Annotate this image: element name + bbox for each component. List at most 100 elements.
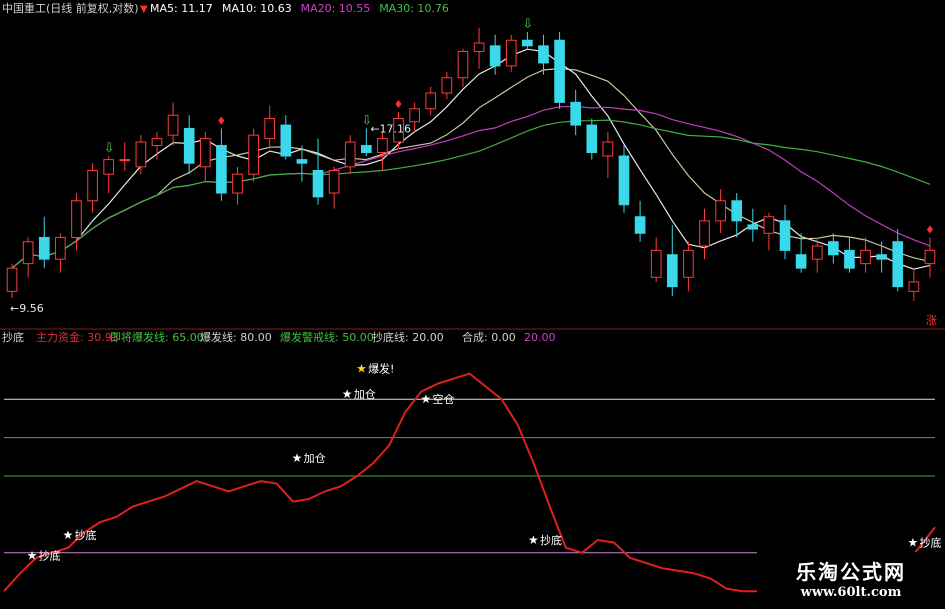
high-price-label: ←17.16 [370, 122, 411, 135]
candle-body [634, 216, 646, 234]
candle [248, 128, 259, 182]
sell-signal-icon: ♦ [394, 98, 404, 111]
candle-body [55, 236, 66, 260]
candle-body [844, 249, 855, 269]
candle-body [763, 216, 775, 234]
watermark: 乐淘公式网 www.60lt.com [757, 552, 945, 609]
candle-body [280, 124, 292, 157]
signal-label: 抄底 [920, 536, 942, 550]
buy-signal-icon: ⇩ [522, 17, 533, 32]
candle-body [87, 169, 98, 202]
signal-star-icon: ★ [342, 387, 353, 401]
candle-body [715, 200, 726, 222]
indicator-legend-item: 抄底线: 20.00 [372, 330, 444, 344]
candle-body [570, 101, 582, 126]
candle-body [457, 50, 469, 79]
candle-body [505, 39, 517, 67]
candle-body [296, 159, 308, 164]
buy-signal-icon: ⇩ [104, 141, 115, 156]
candle-body [183, 127, 195, 164]
candle-body [232, 173, 243, 194]
signal-label: 抄底 [74, 528, 96, 542]
indicator-legend-item: 爆发线: 80.00 [200, 330, 272, 344]
candle-body [779, 220, 791, 251]
candle-body [618, 155, 630, 206]
candle-body [554, 39, 565, 103]
stock-chart: ♦⇩⇩⇩♦♦←17.16←9.56涨 ★ 抄底★ 抄底★ 加仓★ 加仓★ 爆发!★ 空仓★ 抄… [0, 0, 945, 609]
candle-body [683, 249, 694, 278]
candle-body [103, 159, 115, 175]
ma-legend-item: MA5: 11.17 [150, 2, 213, 15]
indicator-legend-item: 抄底 [2, 330, 24, 344]
candle-body [409, 108, 420, 123]
chart-title: 中国重工(日线 前复权,对数) [2, 1, 139, 15]
signal-label: 加仓 [304, 451, 326, 465]
ma-legend-item: MA10: 10.63 [222, 2, 292, 15]
signal-star-icon: ★ [356, 361, 367, 375]
indicator-legend-item: 爆发警戒线: 50.00 [280, 330, 374, 344]
signal-label: 抄底 [39, 548, 61, 562]
rise-marker-label: 涨 [926, 314, 937, 327]
candle [618, 145, 630, 213]
candle-body [489, 45, 501, 67]
signal-label: 爆发! [368, 361, 394, 375]
sell-signal-icon: ♦ [925, 223, 935, 236]
candle-body [151, 138, 163, 146]
indicator-legend-item: 20.00 [524, 331, 556, 344]
indicator-legend-item: 合成: 0.00 [462, 330, 516, 344]
signal-label: 抄底 [540, 533, 562, 547]
candle-body [795, 254, 807, 269]
ma-legend-arrow-icon: ▼ [140, 4, 148, 15]
signal-star-icon: ★ [421, 392, 432, 406]
candle-body [892, 241, 904, 288]
candle [554, 32, 565, 109]
candle-body [328, 169, 340, 194]
watermark-url: www.60lt.com [800, 585, 902, 600]
candle-body [199, 138, 211, 168]
indicator-legend-item: 主力资金: 30.93 [36, 330, 119, 344]
candle-body [731, 200, 743, 222]
signal-star-icon: ★ [62, 528, 73, 542]
indicator-legend-item: 即将爆发线: 65.00 [110, 330, 204, 344]
candle-body [135, 141, 147, 168]
candle-body [602, 141, 614, 157]
candle-body [811, 245, 823, 260]
candle-body [747, 224, 759, 230]
ma-legend-item: MA20: 10.55 [301, 2, 371, 15]
candle-body [876, 254, 887, 260]
candle-body [699, 220, 710, 247]
candle [505, 34, 517, 72]
signal-star-icon: ★ [908, 536, 919, 550]
sell-signal-icon: ♦ [216, 114, 226, 127]
ma-legend-item: MA30: 10.76 [379, 2, 449, 15]
candle-body [264, 117, 276, 140]
low-price-label: ←9.56 [10, 302, 44, 315]
candle-body [860, 249, 871, 265]
candle-body [908, 281, 920, 292]
candle-body [666, 254, 678, 288]
signal-star-icon: ★ [27, 548, 38, 562]
candle-body [22, 241, 34, 265]
candle-body [377, 138, 388, 153]
candle-body [425, 92, 437, 110]
candle-body [71, 200, 82, 238]
candle-body [312, 169, 324, 198]
candle-body [522, 39, 533, 47]
watermark-title: 乐淘公式网 [796, 560, 906, 584]
candle-body [38, 236, 50, 260]
candle-body [216, 144, 227, 194]
candle-body [473, 42, 485, 52]
candle-body [248, 134, 259, 175]
candle-body [650, 249, 662, 278]
candle-body [827, 241, 839, 256]
price-header: 中国重工(日线 前复权,对数) ▼ MA5: 11.17 MA10: 10.63 MA… [2, 1, 449, 15]
candle-body [6, 267, 18, 292]
candle-body [924, 249, 936, 265]
signal-star-icon: ★ [528, 533, 539, 547]
candle-body [360, 144, 372, 153]
signal-label: 加仓 [354, 387, 376, 401]
signal-label: 空仓 [433, 392, 455, 406]
candle-body [538, 45, 549, 64]
candle-body [167, 114, 179, 136]
candle-body [344, 141, 356, 168]
